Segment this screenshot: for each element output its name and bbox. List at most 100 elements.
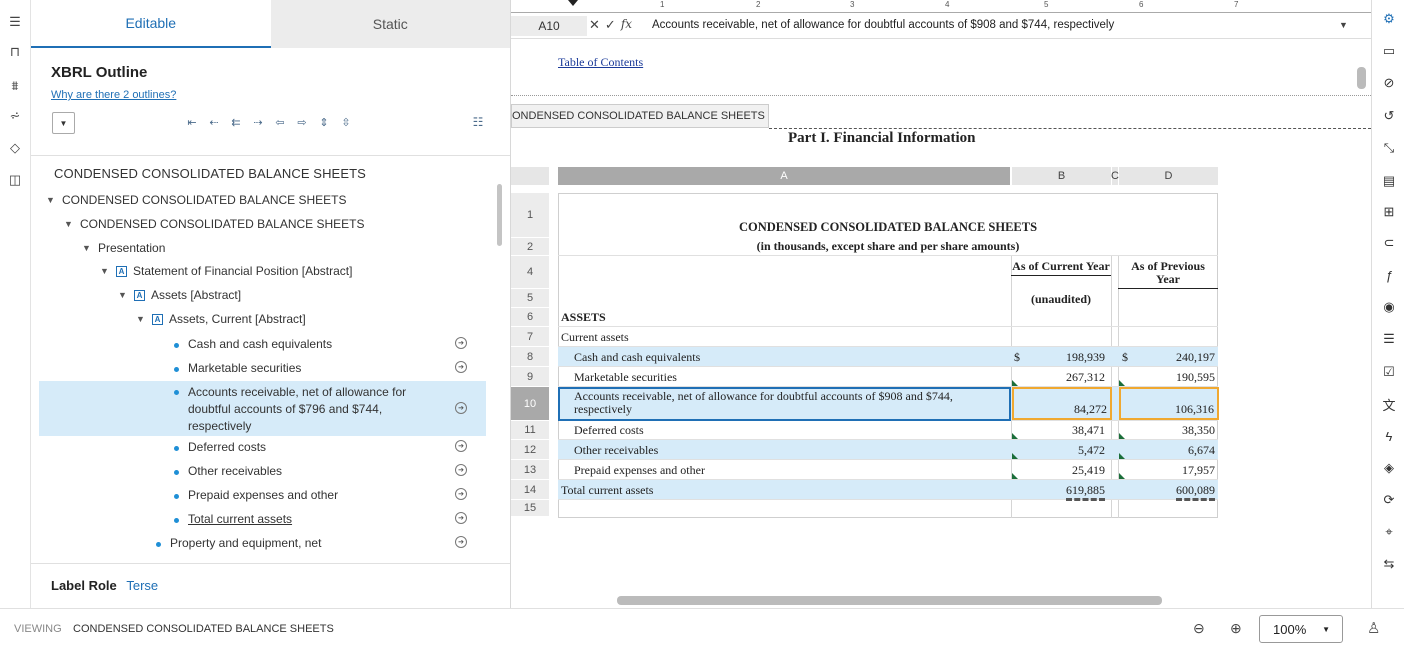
go-to-icon[interactable]: ➔ [455, 402, 467, 414]
go-to-icon[interactable]: ➔ [455, 440, 467, 452]
location-icon[interactable]: ⌖ [1380, 523, 1398, 541]
collapse-icon[interactable]: ⤡ [1380, 139, 1398, 157]
table-row[interactable]: ASSETS [558, 308, 1218, 327]
row-number[interactable]: 12 [511, 440, 549, 460]
translate-icon[interactable]: 文 [1380, 395, 1398, 413]
zoom-in-icon[interactable]: ⊕ [1230, 620, 1242, 637]
caret-down-icon[interactable]: ▼ [82, 243, 94, 253]
history-icon[interactable]: ↺ [1380, 107, 1398, 125]
move-up-down-icon[interactable]: ⇕ [316, 114, 332, 130]
outdent-all-icon[interactable]: ⇇ [228, 114, 244, 130]
selected-cell-a10[interactable] [558, 387, 1011, 421]
value-current[interactable]: 267,312 [1066, 370, 1105, 385]
tree-node-presentation[interactable]: ▼ Presentation [31, 241, 503, 255]
caret-down-icon[interactable]: ▼ [100, 266, 112, 276]
zoom-select[interactable]: 100% ▼ [1259, 615, 1343, 643]
move-right-icon[interactable]: ⇨ [294, 114, 310, 130]
tagged-cell-d10[interactable]: 106,316 [1119, 387, 1219, 420]
tag-icon[interactable]: ◈ [1380, 459, 1398, 477]
tree-item-ppe[interactable]: Property and equipment, net ➔ [31, 536, 503, 550]
table-of-contents-link[interactable]: Table of Contents [558, 55, 643, 70]
row-number-selected[interactable]: 10 [511, 387, 549, 421]
confirm-icon[interactable]: ✓ [605, 17, 616, 33]
tree-node-assets-current[interactable]: ▼ A Assets, Current [Abstract] [31, 312, 503, 326]
section-tab[interactable]: ONDENSED CONSOLIDATED BALANCE SHEETS [511, 104, 769, 128]
fx-doc-icon[interactable]: ▤ [1380, 172, 1398, 190]
tree-node-assets[interactable]: ▼ A Assets [Abstract] [31, 288, 503, 302]
row-number[interactable]: 8 [511, 347, 549, 367]
go-to-icon[interactable]: ➔ [455, 536, 467, 548]
tree-node-sofp[interactable]: ▼ A Statement of Financial Position [Abs… [31, 264, 503, 278]
row-number[interactable]: 5 [511, 289, 549, 308]
row-number[interactable]: 14 [511, 480, 549, 500]
tree-item-total-current[interactable]: Total current assets ➔ [31, 512, 503, 526]
indent-icon[interactable]: ⇢ [250, 114, 266, 130]
chevron-down-icon[interactable]: ▼ [1339, 20, 1348, 30]
caret-down-icon[interactable]: ▼ [136, 314, 148, 324]
tree-item-deferred[interactable]: Deferred costs ➔ [31, 440, 503, 454]
bookmark-icon[interactable]: ⊓ [5, 42, 25, 62]
table-icon[interactable]: ⊞ [1380, 203, 1398, 221]
value-previous[interactable]: 600,089 [1176, 483, 1215, 501]
layers-icon[interactable]: ☰ [1380, 330, 1398, 348]
go-to-icon[interactable]: ➔ [455, 488, 467, 500]
collapse-all-icon[interactable]: ⇳ [338, 114, 354, 130]
transfer-icon[interactable]: ⇆ [1380, 555, 1398, 573]
link-icon[interactable]: ⊘ [1380, 74, 1398, 92]
tree-item-other-rec[interactable]: Other receivables ➔ [31, 464, 503, 478]
fx-icon[interactable]: fx [621, 17, 632, 33]
go-to-icon[interactable]: ➔ [455, 361, 467, 373]
formula-input[interactable]: Accounts receivable, net of allowance fo… [652, 19, 1114, 31]
value-current[interactable]: 25,419 [1072, 463, 1105, 478]
column-header-c[interactable]: C [1111, 167, 1119, 185]
function-icon[interactable]: ƒ [1380, 266, 1398, 284]
row-number[interactable]: 13 [511, 460, 549, 480]
tree-item-ar[interactable]: Accounts receivable, net of allowance fo… [31, 384, 503, 435]
why-two-outlines-link[interactable]: Why are there 2 outlines? [51, 89, 176, 101]
comment-icon[interactable]: ▭ [1380, 42, 1398, 60]
outline-icon[interactable]: ☰ [5, 12, 25, 32]
tree-scrollbar[interactable] [497, 184, 502, 246]
tagged-cell-b10[interactable]: 84,272 [1012, 387, 1112, 420]
vertical-scrollbar[interactable] [1357, 67, 1366, 89]
value-current[interactable]: 5,472 [1078, 443, 1105, 458]
comment-icon[interactable]: ◫ [5, 170, 25, 190]
value-previous[interactable]: 190,595 [1176, 370, 1215, 385]
value-current[interactable]: 198,939 [1066, 350, 1105, 365]
row-number[interactable]: 9 [511, 367, 549, 387]
row-number[interactable]: 1 [511, 193, 549, 238]
tree-item-cash[interactable]: Cash and cash equivalents ➔ [31, 337, 503, 351]
attachment-icon[interactable]: ⊂ [1380, 234, 1398, 252]
sync-icon[interactable]: ⟳ [1380, 491, 1398, 509]
tab-static[interactable]: Static [270, 0, 510, 48]
value-current[interactable]: 38,471 [1072, 423, 1105, 438]
row-number[interactable]: 7 [511, 327, 549, 347]
caret-down-icon[interactable]: ▼ [46, 195, 58, 205]
row-number[interactable]: 15 [511, 500, 549, 517]
column-header-d[interactable]: D [1119, 167, 1218, 185]
user-icon[interactable]: ♙ [1367, 619, 1380, 637]
value-current[interactable]: 619,885 [1066, 483, 1105, 501]
row-number[interactable]: 6 [511, 308, 549, 327]
tab-editable[interactable]: Editable [31, 0, 271, 48]
filter-x-icon[interactable]: ⩩ [5, 76, 25, 96]
value-previous[interactable]: 38,350 [1182, 423, 1215, 438]
go-to-icon[interactable]: ➔ [455, 512, 467, 524]
caret-down-icon[interactable]: ▼ [64, 219, 76, 229]
tree-node-1[interactable]: ▼ CONDENSED CONSOLIDATED BALANCE SHEETS [31, 193, 503, 207]
ruler-indent-marker[interactable] [568, 0, 578, 6]
bolt-icon[interactable]: ϟ [1380, 427, 1398, 445]
go-to-icon[interactable]: ➔ [455, 464, 467, 476]
go-to-icon[interactable]: ➔ [455, 337, 467, 349]
tree-item-marketable[interactable]: Marketable securities ➔ [31, 361, 503, 375]
column-header-b[interactable]: B [1012, 167, 1111, 185]
indent-first-icon[interactable]: ⇤ [184, 114, 200, 130]
row-number[interactable]: 11 [511, 421, 549, 440]
label-role-value[interactable]: Terse [126, 578, 158, 593]
table-row[interactable]: Total current assets 619,885 600,089 [558, 480, 1218, 501]
check-circle-icon[interactable]: ◉ [1380, 298, 1398, 316]
table-row[interactable]: Cash and cash equivalents $ 198,939 $ 24… [558, 347, 1218, 367]
table-row[interactable]: Current assets [558, 327, 1218, 347]
cancel-icon[interactable]: ✕ [589, 17, 600, 33]
value-previous[interactable]: 17,957 [1182, 463, 1215, 478]
